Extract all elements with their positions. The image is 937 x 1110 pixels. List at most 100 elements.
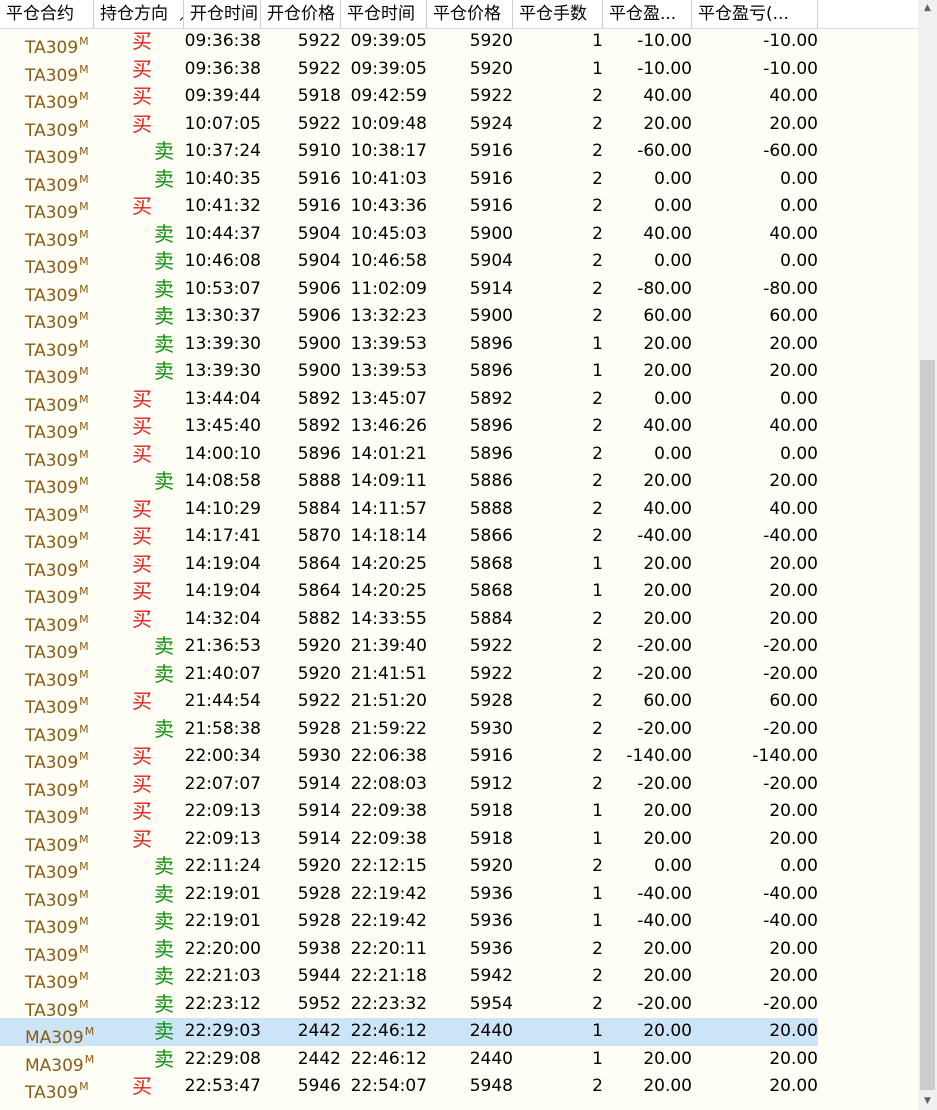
table-row[interactable]: TA309M 买 09:36:38 5922 09:39:05 5920 1 -10.00 -1…: [0, 28, 918, 56]
contract-suffix: M: [79, 860, 89, 873]
lots-cell: 2: [592, 141, 603, 161]
table-row[interactable]: MA309M 卖 22:29:08 2442 22:46:12 2440 1 20.00 20.…: [0, 1046, 918, 1074]
table-row[interactable]: MA309M 卖 22:29:03 2442 22:46:12 2440 1 20.00 20.…: [0, 1018, 918, 1046]
table-row[interactable]: TA309M 卖 22:20:00 5938 22:20:11 5936 2 20.00 20.…: [0, 936, 918, 964]
header-pnl-detail[interactable]: 平仓盈亏(...: [692, 0, 818, 28]
contract-cell: TA309M: [25, 420, 89, 441]
header-contract[interactable]: 平仓合约: [0, 0, 94, 28]
table-row[interactable]: TA309M 买 13:45:40 5892 13:46:26 5896 2 40.00 40.…: [0, 413, 918, 441]
table-row[interactable]: TA309M 买 10:41:32 5916 10:43:36 5916 2 0.00 0.00: [0, 193, 918, 221]
contract-suffix: M: [79, 337, 89, 351]
open-time-cell: 13:44:04: [184, 388, 261, 409]
table-row[interactable]: TA309M 买 09:36:38 5922 09:39:05 5920 1 -10.00 -1…: [0, 56, 918, 84]
pnl-detail-cell: 60.00: [769, 306, 818, 326]
lots-cell: 2: [592, 306, 603, 326]
header-pnl[interactable]: 平仓盈...: [603, 0, 692, 28]
table-row[interactable]: TA309M 卖 10:46:08 5904 10:46:58 5904 2 0.00 0.00: [0, 248, 918, 276]
pnl-detail-cell: -20.00: [763, 636, 818, 656]
close-time-cell: 13:45:07: [350, 388, 427, 409]
header-open-price[interactable]: 开仓价格: [261, 0, 341, 28]
table-row[interactable]: TA309M 卖 10:53:07 5906 11:02:09 5914 2 -80.00 -8…: [0, 276, 918, 304]
close-price-cell: 5936: [469, 911, 513, 931]
table-row[interactable]: TA309M 卖 10:37:24 5910 10:38:17 5916 2 -60.00 -6…: [0, 138, 918, 166]
close-time-cell: 22:19:42: [350, 911, 427, 931]
scroll-up-arrow-icon[interactable]: ▲: [918, 0, 937, 17]
table-row[interactable]: TA309M 买 10:07:05 5922 10:09:48 5924 2 20.00 20.…: [0, 111, 918, 139]
table-row[interactable]: TA309M 买 14:00:10 5896 14:01:21 5896 2 0.00 0.00: [0, 441, 918, 469]
table-row[interactable]: TA309M 卖 13:39:30 5900 13:39:53 5896 1 20.00 20.…: [0, 358, 918, 386]
table-row[interactable]: TA309M 买 22:09:13 5914 22:09:38 5918 1 20.00 20.…: [0, 798, 918, 826]
scrollbar-thumb[interactable]: [920, 360, 935, 1090]
header-lots[interactable]: 平仓手数: [513, 0, 603, 28]
contract-cell: TA309M: [25, 887, 89, 909]
table-row[interactable]: TA309M 卖 10:44:37 5904 10:45:03 5900 2 40.00 40.…: [0, 221, 918, 249]
table-row[interactable]: TA309M 买 22:07:07 5914 22:08:03 5912 2 -20.00 -2…: [0, 771, 918, 799]
vertical-scrollbar[interactable]: ▲ ▼: [918, 0, 937, 1110]
table-row[interactable]: TA309M 卖 21:58:38 5928 21:59:22 5930 2 -20.00 -2…: [0, 716, 918, 744]
table-row[interactable]: TA309M 卖 22:19:01 5928 22:19:42 5936 1 -40.00 -4…: [0, 908, 918, 936]
contract-cell: TA309M: [25, 722, 89, 744]
direction-cell: 买: [132, 1074, 152, 1098]
table-row[interactable]: TA309M 卖 21:36:53 5920 21:39:40 5922 2 -20.00 -2…: [0, 633, 918, 661]
table-row[interactable]: TA309M 买 22:53:47 5946 22:54:07 5948 2 20.00 20.…: [0, 1073, 918, 1101]
header-close-time[interactable]: 平仓时间: [341, 0, 427, 28]
close-price-cell: 5920: [469, 58, 513, 79]
pnl-cell: -40.00: [637, 526, 692, 546]
pnl-detail-cell: -20.00: [763, 773, 818, 794]
scroll-down-arrow-icon[interactable]: ▼: [918, 1093, 937, 1110]
lots-cell: 2: [592, 168, 603, 189]
pnl-detail-cell: 0.00: [780, 196, 818, 216]
table-row[interactable]: TA309M 卖 14:08:58 5888 14:09:11 5886 2 20.00 20.…: [0, 468, 918, 496]
contract-suffix: M: [79, 695, 89, 708]
table-row[interactable]: TA309M 卖 21:40:07 5920 21:41:51 5922 2 -20.00 -2…: [0, 661, 918, 689]
lots-cell: 2: [592, 471, 603, 491]
table-row[interactable]: TA309M 卖 22:11:24 5920 22:12:15 5920 2 0.00 0.00: [0, 853, 918, 881]
open-price-cell: 5904: [297, 223, 341, 244]
close-price-cell: 5918: [469, 801, 513, 821]
header-close-price[interactable]: 平仓价格: [427, 0, 513, 28]
contract-cell: TA309M: [25, 860, 89, 881]
contract-suffix: M: [79, 1080, 89, 1093]
header-direction[interactable]: 持仓方向↗: [94, 0, 184, 28]
open-price-cell: 5928: [297, 911, 341, 931]
close-time-cell: 22:54:07: [350, 1076, 427, 1096]
table-row[interactable]: TA309M 卖 13:30:37 5906 13:32:23 5900 2 60.00 60.…: [0, 303, 918, 331]
pnl-cell: 40.00: [643, 223, 692, 244]
header-open-time[interactable]: 开仓时间: [184, 0, 261, 28]
table-row[interactable]: TA309M 买 13:44:04 5892 13:45:07 5892 2 0.00 0.00: [0, 386, 918, 414]
table-row[interactable]: TA309M 卖 22:21:03 5944 22:21:18 5942 2 20.00 20.…: [0, 963, 918, 991]
table-row[interactable]: TA309M 买 21:44:54 5922 21:51:20 5928 2 60.00 60.…: [0, 688, 918, 716]
contract-cell: TA309M: [25, 1080, 89, 1101]
open-price-cell: 5914: [297, 773, 341, 794]
lots-cell: 1: [592, 333, 603, 354]
contract-suffix: M: [79, 970, 89, 983]
pnl-detail-cell: -40.00: [763, 883, 818, 904]
open-time-cell: 10:07:05: [184, 113, 261, 134]
table-row[interactable]: TA309M 买 14:17:41 5870 14:18:14 5866 2 -40.00 -4…: [0, 523, 918, 551]
pnl-detail-cell: -80.00: [763, 278, 818, 299]
table-row[interactable]: TA309M 买 14:10:29 5884 14:11:57 5888 2 40.00 40.…: [0, 496, 918, 524]
pnl-detail-cell: 20.00: [769, 938, 818, 959]
pnl-cell: 20.00: [643, 1048, 692, 1069]
pnl-detail-cell: -10.00: [763, 58, 818, 79]
close-time-cell: 22:46:12: [341, 1018, 427, 1046]
contract-cell: TA309M: [25, 640, 89, 661]
close-price-cell: 5900: [469, 306, 513, 326]
table-row[interactable]: TA309M 买 22:00:34 5930 22:06:38 5916 2 -140.00 -…: [0, 743, 918, 771]
contract-cell: TA309M: [25, 310, 89, 331]
table-row[interactable]: TA309M 卖 10:40:35 5916 10:41:03 5916 2 0.00 0.00: [0, 166, 918, 194]
pnl-detail-cell: 0.00: [780, 856, 818, 876]
table-row[interactable]: TA309M 卖 22:19:01 5928 22:19:42 5936 1 -40.00 -4…: [0, 881, 918, 909]
table-row[interactable]: TA309M 买 09:39:44 5918 09:42:59 5922 2 40.00 40.…: [0, 83, 918, 111]
close-price-cell: 5914: [469, 278, 513, 299]
table-row[interactable]: TA309M 买 14:32:04 5882 14:33:55 5884 2 20.00 20.…: [0, 606, 918, 634]
table-row[interactable]: TA309M 卖 13:39:30 5900 13:39:53 5896 1 20.00 20.…: [0, 331, 918, 359]
close-price-cell: 2440: [469, 1048, 513, 1069]
table-row[interactable]: TA309M 买 14:19:04 5864 14:20:25 5868 1 20.00 20.…: [0, 551, 918, 579]
table-row[interactable]: TA309M 买 14:19:04 5864 14:20:25 5868 1 20.00 20.…: [0, 578, 918, 606]
close-price-cell: 5916: [469, 746, 513, 766]
table-row[interactable]: TA309M 买 22:09:13 5914 22:09:38 5918 1 20.00 20.…: [0, 826, 918, 854]
table-row[interactable]: TA309M 卖 22:23:12 5952 22:23:32 5954 2 -20.00 -2…: [0, 991, 918, 1019]
open-time-cell: 22:20:00: [184, 938, 261, 959]
lots-cell: 1: [592, 883, 603, 904]
